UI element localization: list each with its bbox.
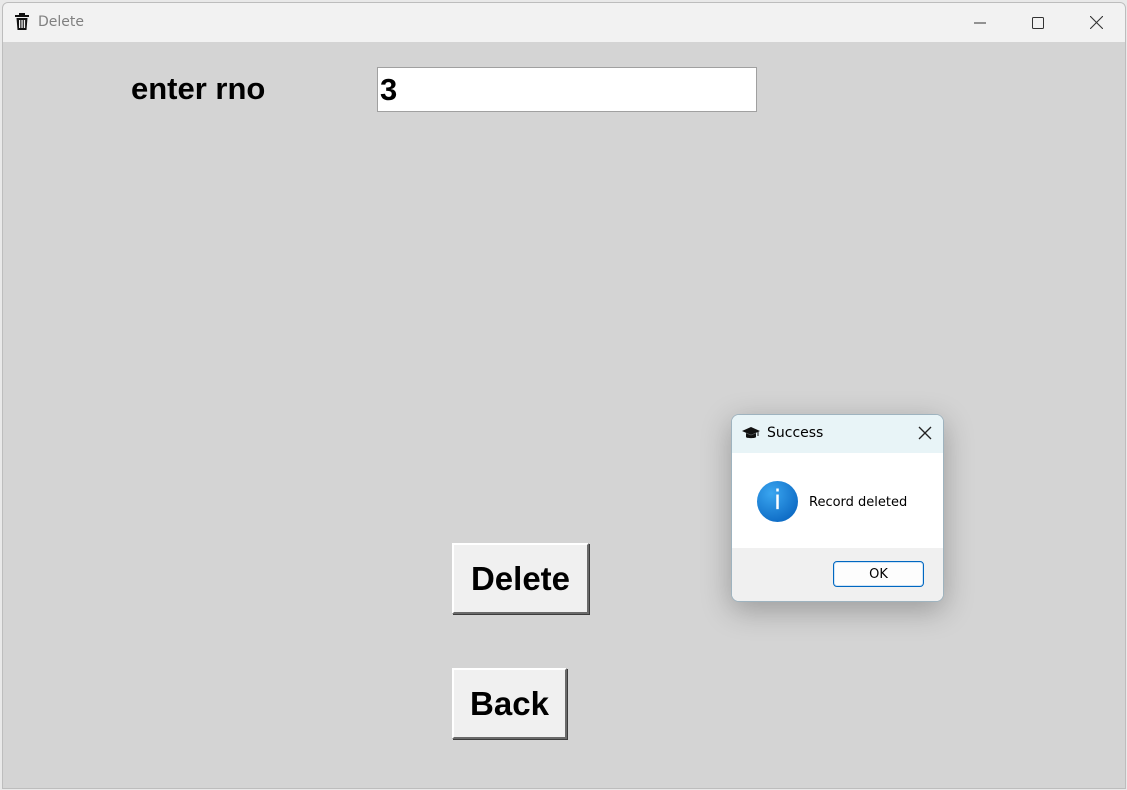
trash-icon: [14, 13, 30, 30]
close-button[interactable]: [1067, 3, 1125, 42]
dialog-title: Success: [767, 425, 824, 441]
rno-input[interactable]: [377, 67, 757, 112]
maximize-button[interactable]: [1009, 3, 1067, 42]
rno-label: enter rno: [131, 71, 266, 106]
form-area: enter rno Delete Back: [3, 42, 1125, 788]
info-icon: i: [757, 481, 798, 522]
graduation-cap-icon: [742, 426, 760, 440]
close-icon: [1089, 16, 1103, 29]
ok-button[interactable]: OK: [833, 561, 924, 587]
main-window: Delete enter rno Delete Back: [2, 2, 1126, 789]
dialog-footer: OK: [732, 548, 943, 601]
delete-button[interactable]: Delete: [452, 543, 589, 614]
back-button[interactable]: Back: [452, 668, 567, 739]
window-title: Delete: [38, 14, 84, 30]
dialog-close-icon[interactable]: [917, 425, 933, 441]
dialog-message: Record deleted: [809, 495, 908, 510]
title-bar[interactable]: Delete: [3, 3, 1125, 42]
dialog-title-bar[interactable]: Success: [732, 415, 943, 453]
minimize-button[interactable]: [951, 3, 1009, 42]
maximize-icon: [1032, 16, 1044, 29]
success-dialog: Success i Record deleted OK: [731, 414, 944, 602]
minimize-icon: [974, 17, 986, 29]
dialog-body: i Record deleted: [732, 453, 943, 550]
